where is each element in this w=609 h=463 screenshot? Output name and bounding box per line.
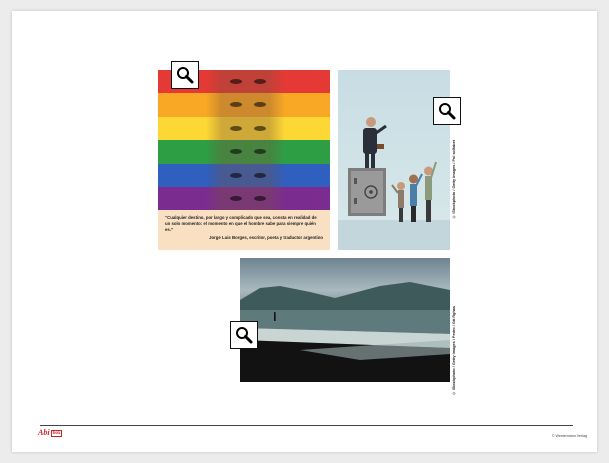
logo-text: Abi [38, 428, 50, 437]
eye [253, 125, 266, 131]
quote-text: “Cualquier destino, por largo y complica… [165, 215, 317, 232]
beach-credit: © iStockphoto / Getty Images / Pedro / G… [452, 306, 456, 396]
eye [253, 149, 266, 155]
eye [229, 125, 242, 131]
copyright-text: © Westermann Verlag [551, 434, 587, 438]
magnifier-icon [236, 327, 253, 344]
footer-divider [40, 425, 573, 426]
rainbow-stripe [158, 163, 330, 187]
publisher-logo: Abi box [38, 428, 63, 437]
magnifier-icon [439, 103, 456, 120]
beach-photo [240, 258, 450, 382]
face-eyes-band [206, 140, 286, 164]
illustration-credit: © iStockphoto / Getty Images / Pol solfa… [452, 140, 456, 219]
logo-box: box [50, 430, 63, 437]
face-eyes-band [206, 116, 286, 141]
eye [229, 102, 242, 108]
rainbow-stripe [158, 116, 330, 141]
quote-box: “Cualquier destino, por largo y complica… [158, 210, 330, 250]
rainbow-stripe [158, 93, 330, 117]
mountains [240, 282, 450, 310]
walking-person [274, 314, 276, 321]
reflection-floor [338, 220, 450, 250]
zoom-beach-button[interactable] [230, 321, 258, 349]
face-eyes-band [206, 163, 286, 187]
eye [229, 196, 242, 201]
rainbow-stripe [158, 140, 330, 164]
eye [229, 172, 242, 178]
face-eyes-band [206, 187, 286, 210]
crowd-figures [391, 161, 437, 222]
face-eyes-band [206, 70, 286, 94]
eye [253, 196, 266, 201]
eye [229, 149, 242, 155]
man-on-safe-figure [363, 117, 387, 168]
safe-icon [348, 168, 386, 216]
eye [229, 79, 242, 84]
rainbow-stripe [158, 187, 330, 210]
eye [253, 79, 266, 84]
face-eyes-band [206, 93, 286, 117]
eye [253, 102, 266, 108]
zoom-illustration-button[interactable] [433, 97, 461, 125]
rainbow-faces-image [158, 70, 330, 210]
eye [253, 172, 266, 178]
magnifier-icon [177, 67, 194, 84]
quote-author: Jorge Luis Borges, escritor, poeta y tra… [209, 235, 323, 241]
zoom-rainbow-button[interactable] [171, 61, 199, 89]
